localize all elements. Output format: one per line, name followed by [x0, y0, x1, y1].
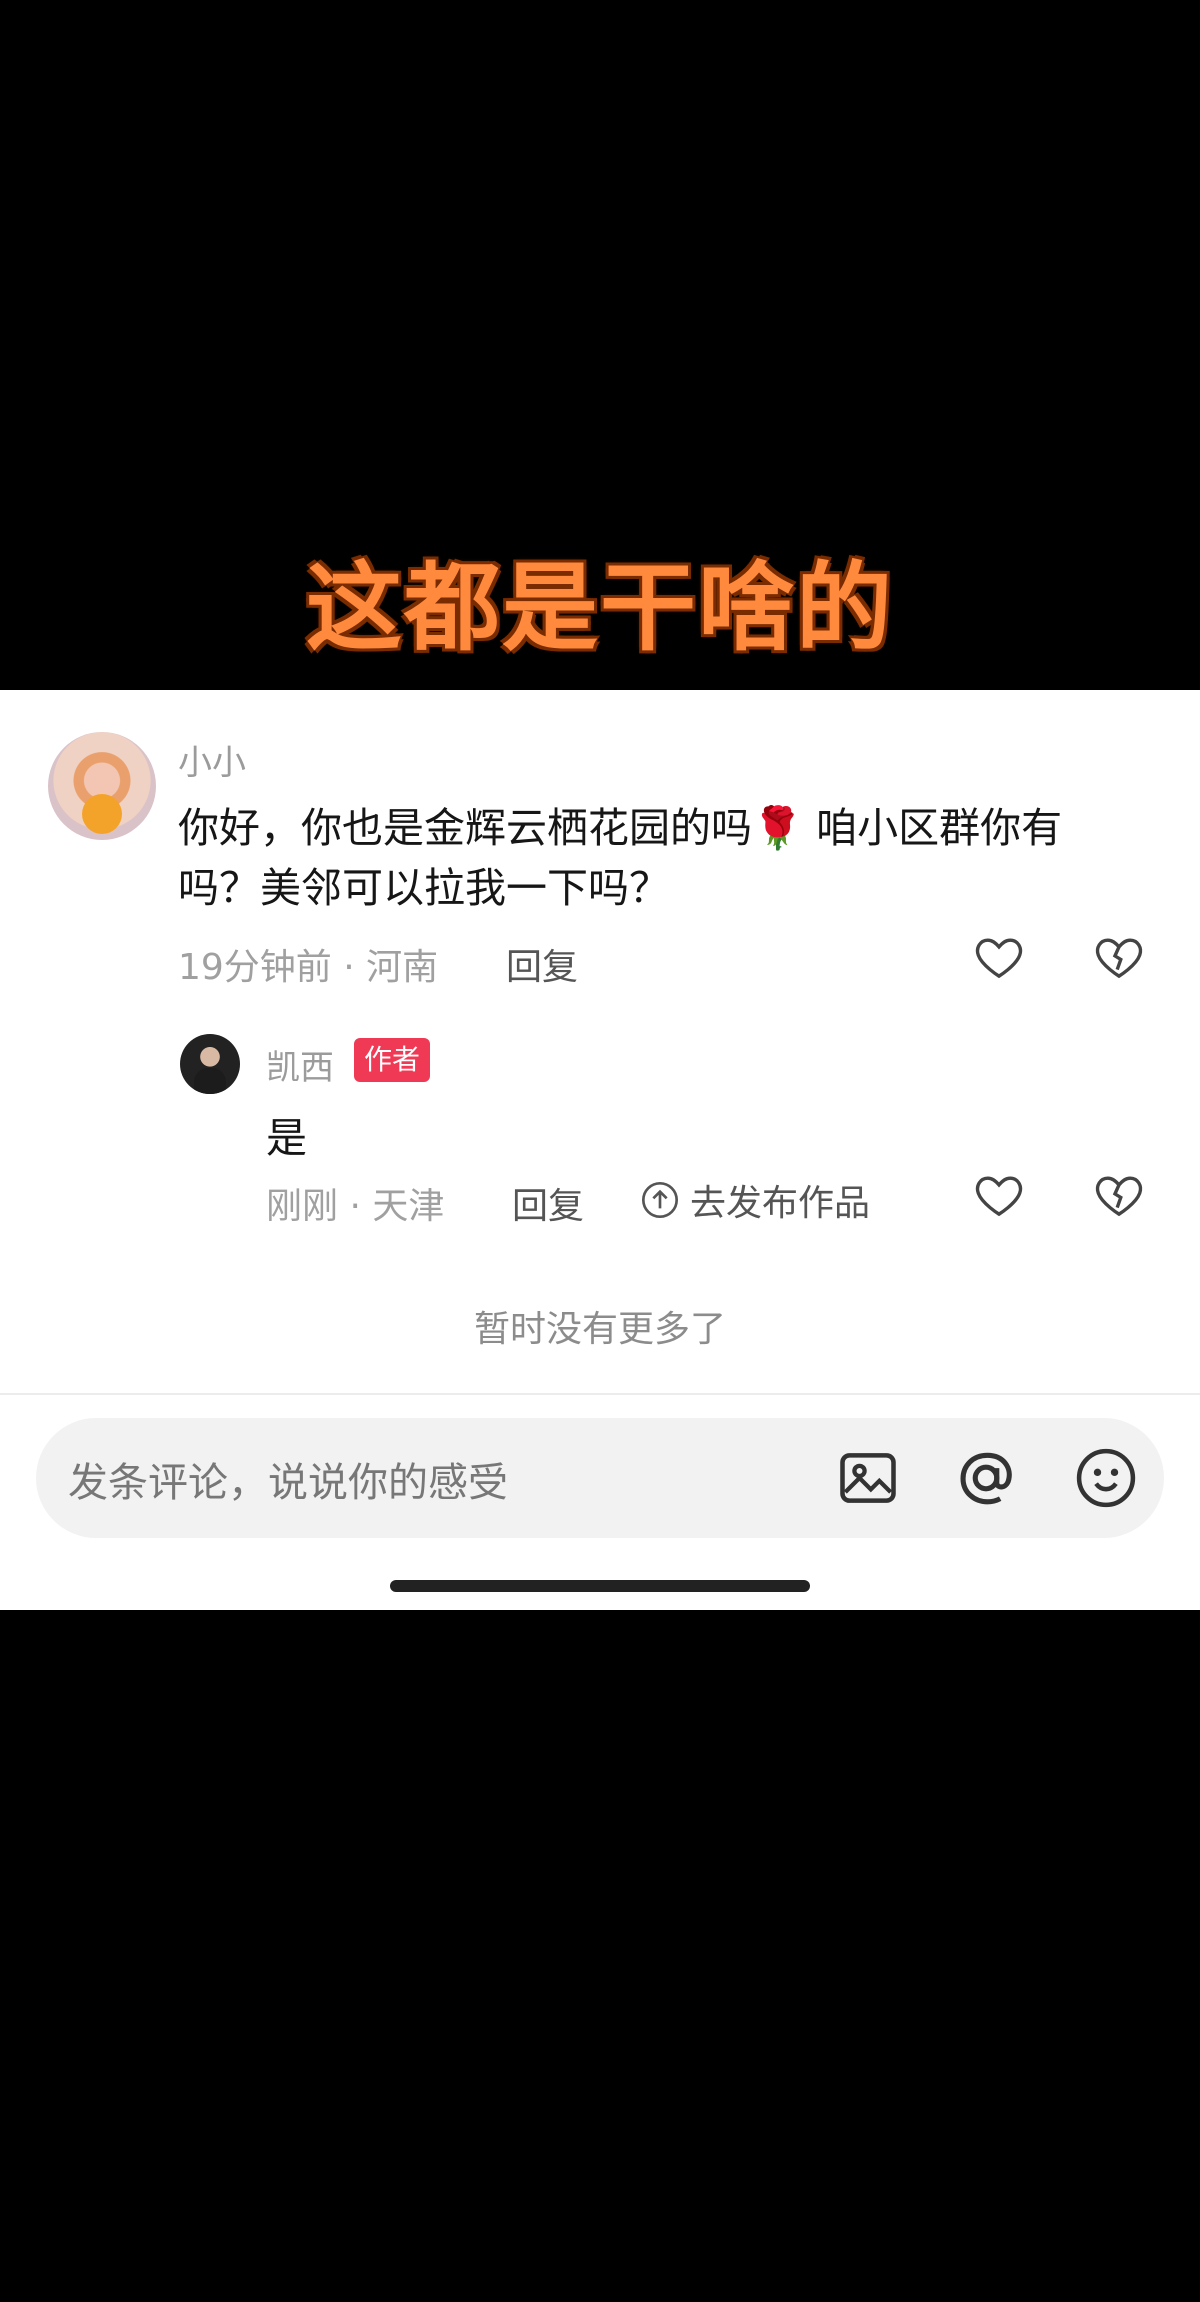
comment-text-part1: 你好，你也是金辉云栖花园的吗 [178, 804, 752, 852]
comment-input-bar[interactable]: 发条评论，说说你的感受 [36, 1418, 1164, 1538]
publish-work-button[interactable]: 去发布作品 [640, 1174, 870, 1226]
author-badge: 作者 [354, 1038, 431, 1082]
comment-input-placeholder[interactable]: 发条评论，说说你的感受 [68, 1450, 508, 1508]
at-icon[interactable] [952, 1444, 1020, 1516]
list-end-label: 暂时没有更多了 [473, 1309, 726, 1350]
comment-text: 你好，你也是金辉云栖花园的吗🌹 咱小区群你有吗？美邻可以拉我一下吗？ [178, 798, 1138, 918]
heart-outline-icon[interactable] [972, 930, 1026, 988]
broken-heart-icon[interactable] [1092, 930, 1146, 988]
reply-text: 是 [266, 1114, 307, 1162]
reply-username[interactable]: 凯西 [266, 1040, 334, 1089]
reply-button[interactable]: 回复 [506, 938, 578, 990]
comment-panel: 小小 你好，你也是金辉云栖花园的吗🌹 咱小区群你有吗？美邻可以拉我一下吗？ 19… [0, 690, 1200, 1610]
avatar[interactable] [48, 732, 156, 840]
emoji-icon[interactable] [1072, 1444, 1140, 1516]
comment-username[interactable]: 小小 [178, 735, 246, 784]
home-indicator [390, 1580, 810, 1592]
heart-outline-icon[interactable] [972, 1168, 1026, 1226]
comment-meta: 19分钟前 · 河南 [178, 947, 439, 988]
publish-work-label: 去发布作品 [690, 1183, 871, 1224]
rose-emoji: 🌹 [752, 804, 804, 852]
broken-heart-icon[interactable] [1092, 1168, 1146, 1226]
image-icon[interactable] [834, 1444, 902, 1516]
divider [0, 1393, 1200, 1395]
video-caption: 这都是干啥的 [306, 552, 894, 664]
reply-avatar[interactable] [180, 1034, 240, 1094]
reply-meta: 刚刚 · 天津 [266, 1186, 445, 1227]
reply-to-reply-button[interactable]: 回复 [512, 1177, 584, 1229]
upload-circle-icon [642, 1182, 678, 1218]
